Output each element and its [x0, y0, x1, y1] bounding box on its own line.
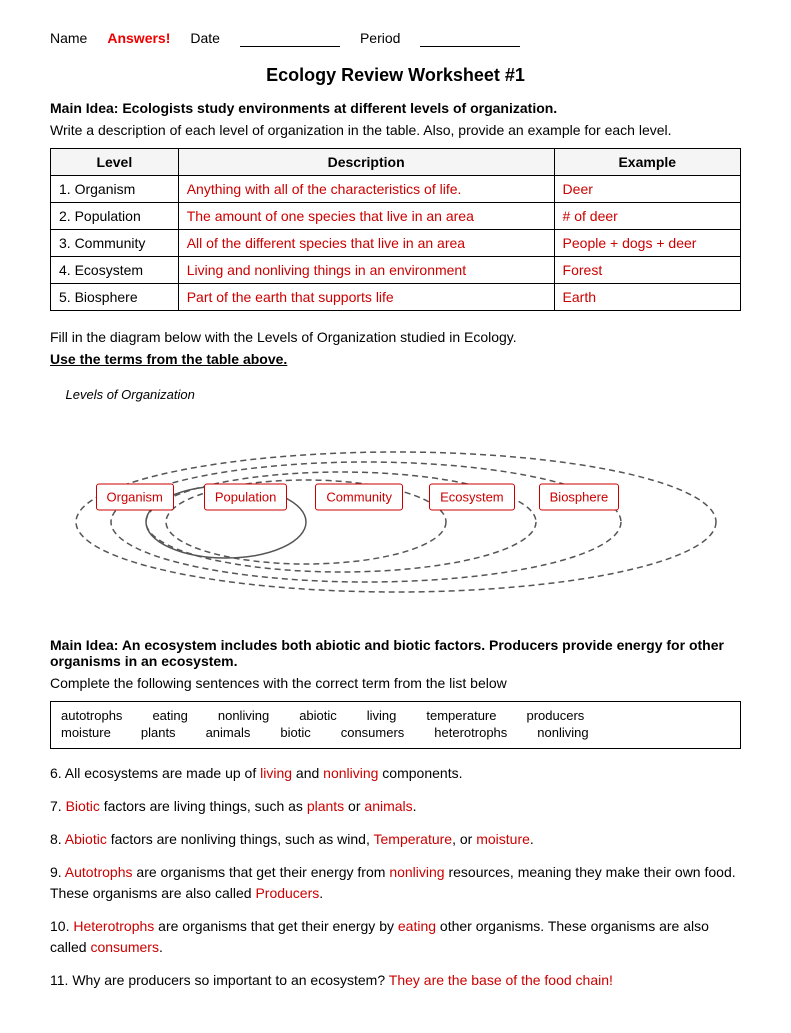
col-level: Level	[51, 149, 179, 176]
term-item: nonliving	[218, 708, 269, 723]
sentence-part: Temperature	[374, 831, 453, 847]
term-item: eating	[152, 708, 187, 723]
table-row: 3. Community	[51, 230, 179, 257]
sentence-part: and	[292, 765, 323, 781]
name-label: Name	[50, 30, 87, 47]
table-row: 1. Organism	[51, 176, 179, 203]
terms-box: autotrophs eating nonliving abiotic living te…	[50, 701, 741, 749]
col-description: Description	[178, 149, 554, 176]
term-item: autotrophs	[61, 708, 122, 723]
numbered-sentence: 7. Biotic factors are living things, suc…	[50, 796, 741, 817]
period-field[interactable]	[420, 30, 520, 47]
sentence-part: nonliving	[389, 864, 444, 880]
sentence-number: 7.	[50, 798, 66, 814]
table-row: 4. Ecosystem	[51, 257, 179, 284]
term-item: abiotic	[299, 708, 337, 723]
sentence-part: living	[260, 765, 292, 781]
section1-main-idea: Main Idea: Ecologists study environments…	[50, 100, 741, 116]
sentence-number: 6.	[50, 765, 65, 781]
sentence-part: , or	[452, 831, 476, 847]
table-description: All of the different species that live i…	[178, 230, 554, 257]
sentence-part: moisture	[476, 831, 530, 847]
table-example: # of deer	[554, 203, 740, 230]
sentence-part: Autotrophs	[65, 864, 133, 880]
term-item: living	[367, 708, 397, 723]
sentence-part: are organisms that get their energy from	[133, 864, 390, 880]
table-example: People + dogs + deer	[554, 230, 740, 257]
numbered-sentence: 11. Why are producers so important to an…	[50, 970, 741, 991]
venn-instruction: Fill in the diagram below with the Level…	[50, 329, 741, 345]
venn-term-community: Community	[315, 484, 403, 511]
sentence-number: 11.	[50, 972, 72, 988]
venn-term-population: Population	[204, 484, 287, 511]
sentence-part: are organisms that get their energy by	[154, 918, 398, 934]
table-description: Part of the earth that supports life	[178, 284, 554, 311]
table-row: 2. Population	[51, 203, 179, 230]
term-item: nonliving	[537, 725, 588, 740]
sentence-part: components.	[378, 765, 462, 781]
term-item: heterotrophs	[434, 725, 507, 740]
venn-diagram: Levels of Organization Organism Populati…	[56, 387, 736, 607]
sentence-part: Why are producers so important to an eco…	[72, 972, 388, 988]
table-description: The amount of one species that live in a…	[178, 203, 554, 230]
header: Name Answers! Date Period	[50, 30, 741, 47]
sentence-part: factors are living things, such as	[100, 798, 307, 814]
page-title: Ecology Review Worksheet #1	[50, 65, 741, 86]
sentence-part: Biotic	[66, 798, 100, 814]
section2-main-idea: Main Idea: An ecosystem includes both ab…	[50, 637, 724, 669]
sentence-part: Producers	[255, 885, 319, 901]
sentence-part: nonliving	[323, 765, 378, 781]
levels-table: Level Description Example 1. OrganismAny…	[50, 148, 741, 311]
venn-term-ecosystem: Ecosystem	[429, 484, 515, 511]
term-item: plants	[141, 725, 176, 740]
sentence-number: 10.	[50, 918, 73, 934]
term-item: producers	[526, 708, 584, 723]
table-example: Deer	[554, 176, 740, 203]
sentence-part: .	[159, 939, 163, 955]
sentence-number: 8.	[50, 831, 65, 847]
sentence-part: or	[344, 798, 364, 814]
date-label: Date	[190, 30, 220, 47]
period-label: Period	[360, 30, 400, 47]
section2-subtitle: Complete the following sentences with th…	[50, 675, 741, 691]
venn-term-organism: Organism	[96, 484, 174, 511]
term-item: moisture	[61, 725, 111, 740]
table-example: Forest	[554, 257, 740, 284]
sentence-part: Heterotrophs	[73, 918, 154, 934]
section1-subtitle: Write a description of each level of org…	[50, 122, 741, 138]
sentence-part: consumers	[90, 939, 158, 955]
term-item: consumers	[341, 725, 405, 740]
table-example: Earth	[554, 284, 740, 311]
sentence-part: plants	[307, 798, 344, 814]
sentences-container: 6. All ecosystems are made up of living …	[50, 763, 741, 991]
sentence-part: .	[413, 798, 417, 814]
term-item: animals	[206, 725, 251, 740]
numbered-sentence: 9. Autotrophs are organisms that get the…	[50, 862, 741, 904]
table-description: Living and nonliving things in an enviro…	[178, 257, 554, 284]
sentence-part: They are the base of the food chain!	[389, 972, 613, 988]
venn-term-biosphere: Biosphere	[539, 484, 620, 511]
terms-row2: moisture plants animals biotic consumers hete…	[61, 725, 730, 740]
numbered-sentence: 8. Abiotic factors are nonliving things,…	[50, 829, 741, 850]
table-row: 5. Biosphere	[51, 284, 179, 311]
term-item: biotic	[280, 725, 310, 740]
answers-label: Answers!	[107, 30, 170, 47]
term-item: temperature	[426, 708, 496, 723]
date-field[interactable]	[240, 30, 340, 47]
sentence-part: Abiotic	[65, 831, 107, 847]
sentence-part: .	[319, 885, 323, 901]
numbered-sentence: 10. Heterotrophs are organisms that get …	[50, 916, 741, 958]
sentence-part: All ecosystems are made up of	[65, 765, 260, 781]
sentence-part: .	[530, 831, 534, 847]
terms-row1: autotrophs eating nonliving abiotic living te…	[61, 708, 730, 723]
sentence-part: eating	[398, 918, 436, 934]
numbered-sentence: 6. All ecosystems are made up of living …	[50, 763, 741, 784]
sentence-number: 9.	[50, 864, 65, 880]
sentence-part: animals	[364, 798, 412, 814]
col-example: Example	[554, 149, 740, 176]
use-terms: Use the terms from the table above.	[50, 351, 741, 367]
table-description: Anything with all of the characteristics…	[178, 176, 554, 203]
sentence-part: factors are nonliving things, such as wi…	[107, 831, 374, 847]
